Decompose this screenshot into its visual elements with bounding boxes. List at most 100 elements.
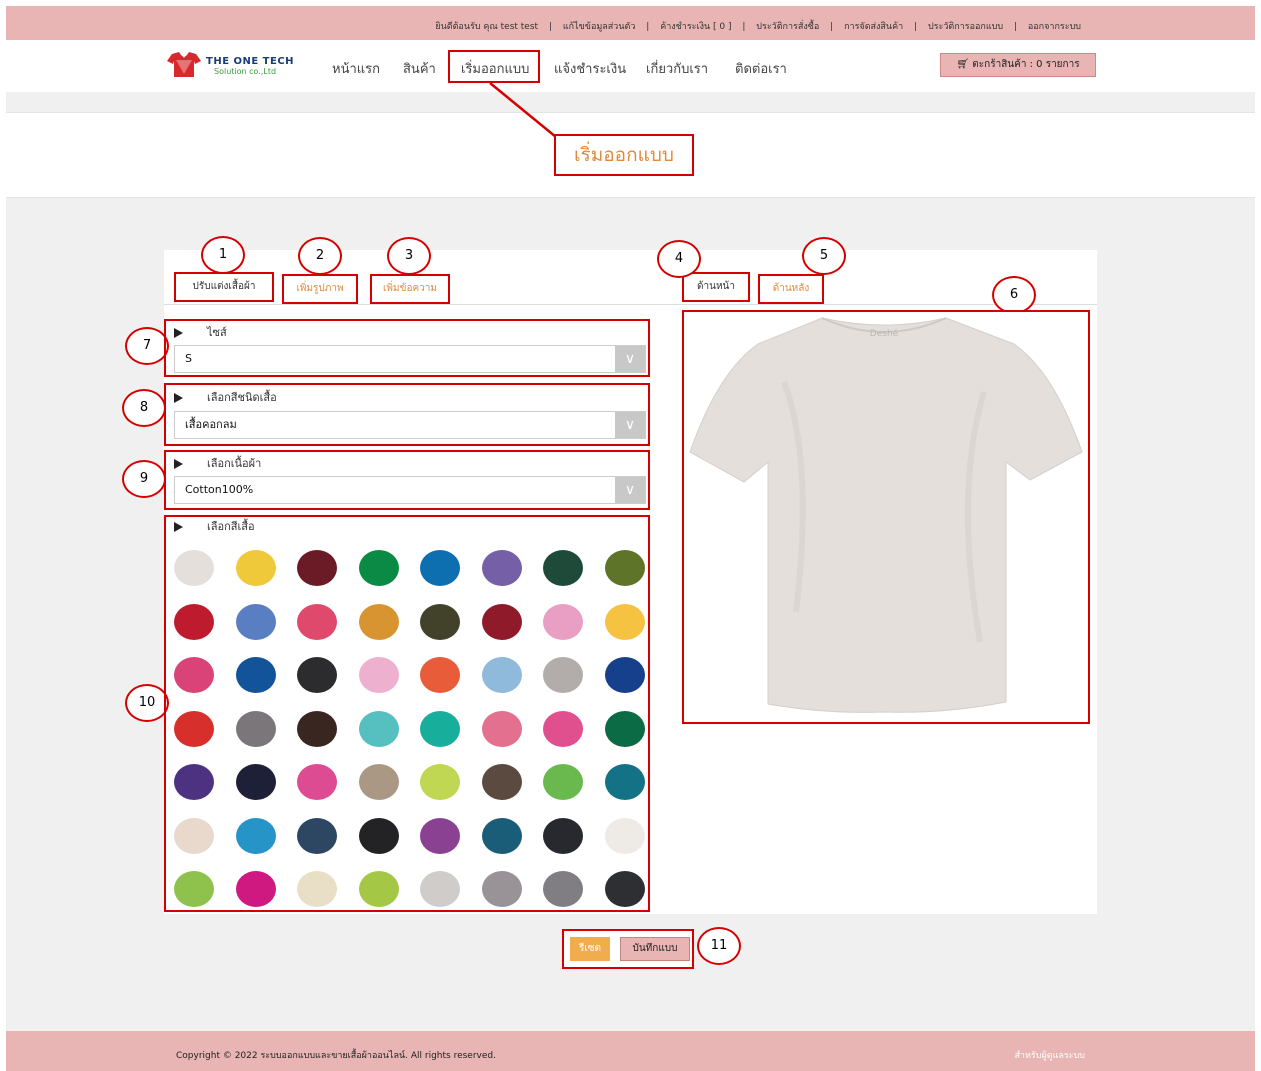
color-swatch[interactable]: [543, 603, 583, 640]
color-swatch[interactable]: [543, 764, 583, 800]
color-swatch[interactable]: [174, 871, 214, 907]
separator: |: [830, 22, 834, 32]
fabric-value: Cotton100%: [185, 483, 254, 496]
color-swatch[interactable]: [604, 710, 645, 747]
admin-link[interactable]: สำหรับผู้ดูแลระบบ: [1014, 1048, 1085, 1062]
copyright-text: Copyright © 2022 ระบบออกแบบและขายเสื้อผ้…: [176, 1051, 496, 1061]
cart-label: ตะกร้าสินค้า : 0 รายการ: [972, 59, 1080, 70]
nav-home[interactable]: หน้าแรก: [332, 58, 380, 79]
shirt-preview-area: Deshé: [682, 310, 1090, 724]
color-swatch[interactable]: [174, 710, 214, 747]
main-navbar: THE ONE TECH Solution co.,Ltd หน้าแรก สิ…: [6, 40, 1255, 92]
color-swatch[interactable]: [297, 657, 337, 693]
cart-button[interactable]: 🛒︎ ตะกร้าสินค้า : 0 รายการ: [940, 53, 1096, 77]
tab-customize[interactable]: ปรับแต่งเสื้อผ้า: [174, 272, 274, 302]
color-swatch[interactable]: [235, 710, 276, 747]
color-swatch[interactable]: [174, 550, 214, 586]
size-select[interactable]: S ∨: [174, 345, 646, 373]
separator: |: [742, 22, 746, 32]
color-swatch[interactable]: [543, 550, 583, 586]
color-swatch[interactable]: [604, 657, 645, 693]
color-swatch[interactable]: [358, 817, 399, 854]
color-swatch[interactable]: [358, 710, 399, 747]
color-swatch[interactable]: [174, 657, 214, 693]
color-swatch[interactable]: [235, 764, 276, 800]
color-swatch[interactable]: [174, 764, 214, 800]
color-swatch[interactable]: [420, 764, 460, 800]
color-swatch[interactable]: [543, 710, 583, 747]
callout-9: 9: [122, 460, 166, 498]
color-swatch[interactable]: [358, 603, 399, 640]
color-swatch[interactable]: [420, 657, 460, 693]
color-swatch[interactable]: [358, 657, 399, 693]
tab-add-text[interactable]: เพิ่มข้อความ: [370, 274, 450, 304]
color-swatch[interactable]: [235, 550, 276, 586]
color-swatch[interactable]: [174, 817, 214, 854]
color-swatch[interactable]: [358, 871, 399, 907]
shirt-type-label: เลือกสีชนิดเสื้อ: [174, 388, 277, 406]
color-swatch[interactable]: [297, 710, 337, 747]
color-swatch[interactable]: [481, 871, 522, 907]
color-swatch[interactable]: [358, 764, 399, 800]
color-swatch[interactable]: [297, 871, 337, 907]
tshirt-preview-image: Deshé: [689, 317, 1083, 713]
tab-back[interactable]: ด้านหลัง: [758, 274, 824, 304]
fabric-select[interactable]: Cotton100% ∨: [174, 476, 646, 504]
tab-front[interactable]: ด้านหน้า: [682, 272, 750, 302]
color-swatch[interactable]: [481, 657, 522, 693]
order-history-link[interactable]: ประวัติการสั่งซื้อ: [756, 22, 819, 32]
nav-payment-notice[interactable]: แจ้งชำระเงิน: [554, 58, 626, 79]
nav-contact[interactable]: ติดต่อเรา: [735, 58, 787, 79]
color-swatch[interactable]: [297, 817, 337, 854]
color-swatch[interactable]: [543, 871, 583, 907]
color-swatch[interactable]: [481, 710, 522, 747]
shirt-type-group: เลือกสีชนิดเสื้อ เสื้อคอกลม ∨: [164, 383, 650, 446]
color-swatch[interactable]: [420, 603, 460, 640]
color-swatch[interactable]: [481, 817, 522, 854]
chevron-down-icon: ∨: [615, 412, 645, 438]
color-swatch[interactable]: [481, 764, 522, 800]
shirt-type-select[interactable]: เสื้อคอกลม ∨: [174, 411, 646, 439]
color-swatch[interactable]: [543, 817, 583, 854]
color-swatch[interactable]: [420, 871, 460, 907]
callout-8: 8: [122, 389, 166, 427]
separator: |: [548, 22, 552, 32]
design-history-link[interactable]: ประวัติการออกแบบ: [928, 22, 1003, 32]
color-swatch[interactable]: [235, 871, 276, 907]
brand-name: THE ONE TECH: [206, 56, 295, 67]
color-swatch[interactable]: [235, 657, 276, 693]
top-utility-bar: ยินดีต้อนรับ คุณ test test | แก้ไขข้อมูล…: [6, 6, 1255, 40]
edit-profile-link[interactable]: แก้ไขข้อมูลส่วนตัว: [563, 22, 636, 32]
logout-link[interactable]: ออกจากระบบ: [1028, 22, 1081, 32]
color-swatch[interactable]: [235, 603, 276, 640]
color-swatch[interactable]: [174, 603, 214, 640]
color-swatch[interactable]: [604, 603, 645, 640]
nav-products[interactable]: สินค้า: [403, 58, 436, 79]
nav-about[interactable]: เกี่ยวกับเรา: [646, 58, 708, 79]
tab-add-image[interactable]: เพิ่มรูปภาพ: [282, 274, 358, 304]
color-swatch[interactable]: [420, 710, 460, 747]
save-design-button[interactable]: บันทึกแบบ: [620, 937, 690, 961]
footer: Copyright © 2022 ระบบออกแบบและขายเสื้อผ้…: [6, 1031, 1255, 1071]
reset-button[interactable]: รีเซต: [570, 937, 610, 961]
color-swatch[interactable]: [235, 817, 276, 854]
shipping-link[interactable]: การจัดส่งสินค้า: [844, 22, 903, 32]
color-swatch[interactable]: [297, 550, 337, 586]
color-swatch[interactable]: [604, 817, 645, 854]
color-swatch[interactable]: [604, 871, 645, 907]
pending-payment-link[interactable]: ค้างชำระเงิน [ 0 ]: [660, 22, 731, 32]
separator: |: [646, 22, 650, 32]
color-swatch[interactable]: [297, 764, 337, 800]
color-swatch[interactable]: [604, 764, 645, 800]
color-swatch[interactable]: [543, 657, 583, 693]
color-swatch[interactable]: [358, 550, 399, 586]
color-swatch[interactable]: [481, 550, 522, 586]
color-swatch[interactable]: [297, 603, 337, 640]
chevron-down-icon: ∨: [615, 346, 645, 372]
expand-triangle-icon: [174, 522, 183, 532]
color-swatch[interactable]: [481, 603, 522, 640]
brand-logo[interactable]: THE ONE TECH Solution co.,Ltd: [166, 52, 296, 82]
color-swatch[interactable]: [420, 550, 460, 586]
color-swatch[interactable]: [604, 550, 645, 586]
color-swatch[interactable]: [420, 817, 460, 854]
